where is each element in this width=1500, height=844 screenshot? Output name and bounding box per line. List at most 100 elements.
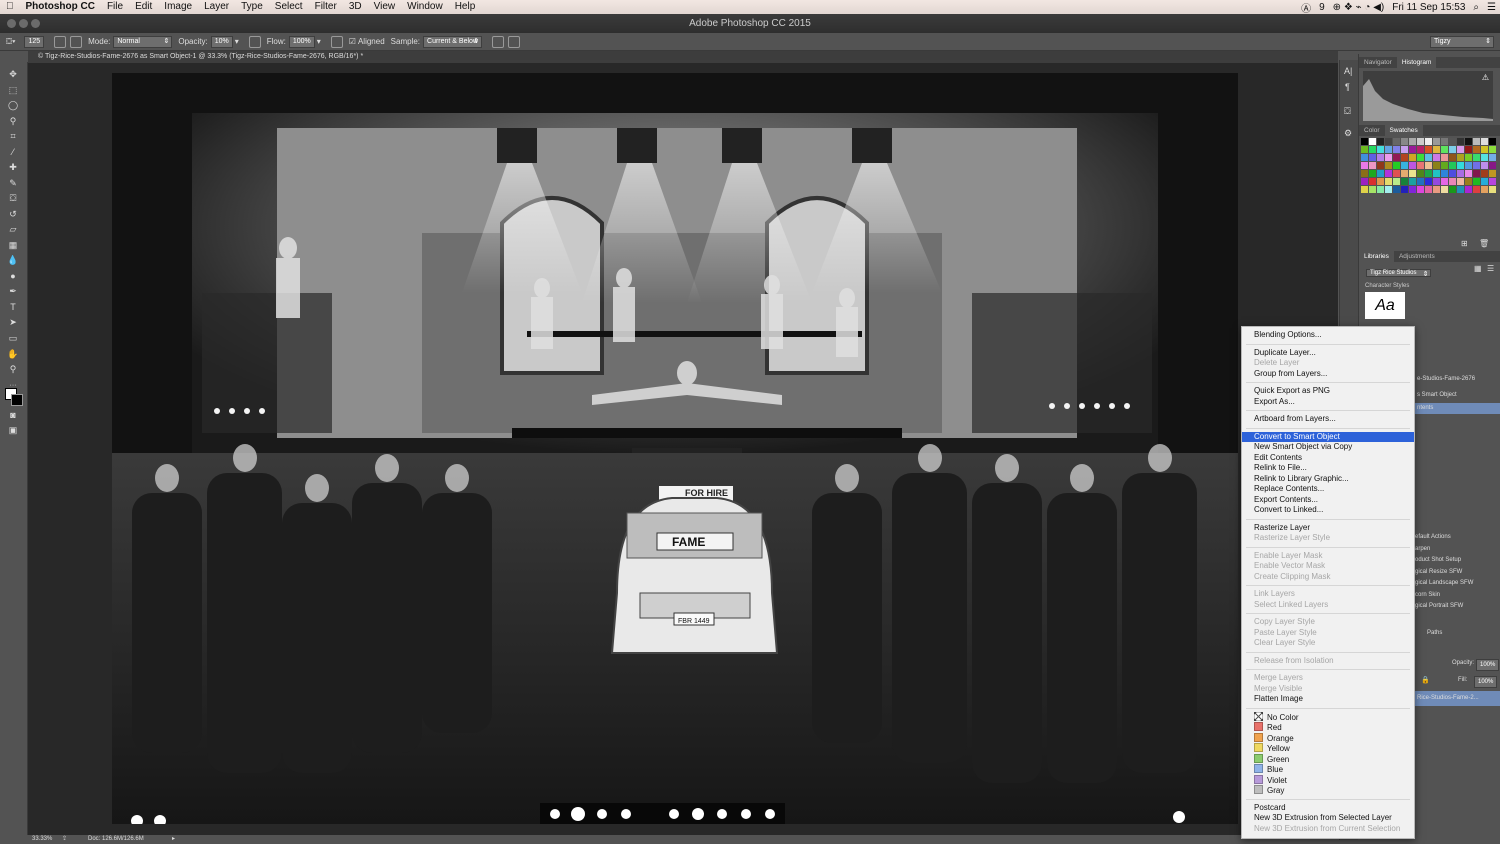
swatch-cell[interactable] [1401, 146, 1408, 153]
brush-size-field[interactable]: 125 [24, 35, 45, 48]
swatch-cell[interactable] [1489, 146, 1496, 153]
swatch-cell[interactable] [1385, 154, 1392, 161]
swatch-cell[interactable] [1481, 170, 1488, 177]
flow-dropdown-icon[interactable]: ▾ [317, 37, 321, 46]
tab-paths[interactable]: Paths [1427, 630, 1442, 636]
swatch-cell[interactable] [1449, 154, 1456, 161]
swatch-cell[interactable] [1409, 162, 1416, 169]
swatch-cell[interactable] [1473, 146, 1480, 153]
context-menu-item[interactable]: Flatten Image [1242, 694, 1414, 705]
swatch-cell[interactable] [1465, 154, 1472, 161]
swatch-cell[interactable] [1441, 146, 1448, 153]
shape-tool-icon[interactable]: ▭ [6, 332, 20, 344]
list-view-icon[interactable]: ☰ [1487, 264, 1494, 273]
flow-field[interactable]: 100% [288, 35, 315, 48]
context-menu-item[interactable]: No Color [1242, 711, 1414, 723]
brush-tool-icon[interactable]: ✎ [6, 177, 20, 189]
swatch-cell[interactable] [1457, 170, 1464, 177]
workspace-select[interactable]: Tigzy [1430, 35, 1494, 48]
swatch-cell[interactable] [1425, 170, 1432, 177]
swatch-cell[interactable] [1449, 138, 1456, 145]
clone-stamp-tool-icon[interactable]: ⛋ [6, 192, 20, 204]
swatch-cell[interactable] [1425, 154, 1432, 161]
swatch-cell[interactable] [1385, 138, 1392, 145]
mode-select[interactable]: Normal [113, 35, 173, 48]
swatch-cell[interactable] [1457, 162, 1464, 169]
sample-select[interactable]: Current & Below [423, 35, 483, 48]
swatch-cell[interactable] [1385, 186, 1392, 193]
clock[interactable]: Fri 11 Sep 15:53 [1388, 2, 1469, 13]
lasso-tool-icon[interactable]: ◯ [6, 99, 20, 111]
swatch-cell[interactable] [1409, 138, 1416, 145]
swatch-cell[interactable] [1361, 170, 1368, 177]
context-menu-item[interactable]: Relink to Library Graphic... [1242, 474, 1414, 485]
swatch-cell[interactable] [1433, 162, 1440, 169]
swatch-cell[interactable] [1417, 146, 1424, 153]
character-panel-icon[interactable]: A| [1344, 66, 1352, 76]
tab-adjustments[interactable]: Adjustments [1394, 251, 1440, 262]
swatch-cell[interactable] [1441, 170, 1448, 177]
menu-app[interactable]: Photoshop CC [20, 0, 101, 14]
action-item[interactable]: gical Portrait SFW [1415, 603, 1499, 615]
swatch-cell[interactable] [1473, 162, 1480, 169]
pen-tool-icon[interactable]: ✒ [6, 285, 20, 297]
swatch-cell[interactable] [1401, 138, 1408, 145]
swatch-cell[interactable] [1465, 186, 1472, 193]
swatch-cell[interactable] [1489, 186, 1496, 193]
menu-layer[interactable]: Layer [198, 0, 235, 14]
airbrush-icon[interactable] [330, 35, 343, 48]
clone-source-icon[interactable]: ⛋ [1344, 106, 1351, 117]
context-menu-item[interactable]: Group from Layers... [1242, 369, 1414, 380]
swatch-cell[interactable] [1369, 146, 1376, 153]
swatch-cell[interactable] [1417, 154, 1424, 161]
swatch-cell[interactable] [1489, 178, 1496, 185]
marquee-tool-icon[interactable]: ⬚ [6, 84, 20, 96]
swatch-cell[interactable] [1417, 186, 1424, 193]
spotlight-icon[interactable]: ⌕ [1469, 2, 1483, 13]
swatch-cell[interactable] [1401, 162, 1408, 169]
status-menu-arrow-icon[interactable]: ▸ [172, 835, 175, 844]
pressure-size-icon[interactable] [508, 35, 521, 48]
action-item[interactable]: gical Resize SFW [1415, 569, 1499, 581]
menu-type[interactable]: Type [235, 0, 269, 14]
ignore-adjustment-layers-icon[interactable] [492, 35, 505, 48]
context-menu-item[interactable]: Edit Contents [1242, 453, 1414, 464]
swatch-cell[interactable] [1425, 186, 1432, 193]
type-tool-icon[interactable]: T [6, 301, 20, 313]
swatch-cell[interactable] [1449, 170, 1456, 177]
lock-icon[interactable]: 🔒 [1421, 676, 1430, 684]
swatch-cell[interactable] [1409, 146, 1416, 153]
swatch-cell[interactable] [1401, 178, 1408, 185]
swatch-cell[interactable] [1393, 138, 1400, 145]
context-menu-item[interactable]: Export As... [1242, 397, 1414, 408]
aligned-checkbox[interactable]: ☑ [349, 37, 356, 46]
opacity-dropdown-icon[interactable]: ▾ [235, 37, 239, 46]
action-item[interactable]: corn Skin [1415, 592, 1499, 604]
swatch-cell[interactable] [1449, 178, 1456, 185]
swatch-cell[interactable] [1409, 154, 1416, 161]
swatch-cell[interactable] [1377, 146, 1384, 153]
swatch-cell[interactable] [1465, 146, 1472, 153]
swatch-cell[interactable] [1441, 178, 1448, 185]
context-menu-item[interactable]: Artboard from Layers... [1242, 414, 1414, 425]
menu-view[interactable]: View [368, 0, 402, 14]
clone-source-panel-icon[interactable] [54, 35, 67, 48]
notification-center-icon[interactable]: ☰ [1483, 2, 1500, 13]
swatch-cell[interactable] [1385, 162, 1392, 169]
crop-tool-icon[interactable]: ⌗ [6, 130, 20, 142]
move-tool-icon[interactable]: ✥ [6, 68, 20, 80]
swatch-cell[interactable] [1481, 154, 1488, 161]
swatch-cell[interactable] [1489, 138, 1496, 145]
background-color-swatch[interactable] [11, 394, 23, 406]
menu-3d[interactable]: 3D [343, 0, 368, 14]
menu-select[interactable]: Select [269, 0, 309, 14]
swatch-cell[interactable] [1465, 178, 1472, 185]
swatch-cell[interactable] [1441, 186, 1448, 193]
context-menu-item[interactable]: Postcard [1242, 803, 1414, 814]
swatch-cell[interactable] [1457, 138, 1464, 145]
swatch-cell[interactable] [1457, 146, 1464, 153]
swatch-cell[interactable] [1377, 154, 1384, 161]
swatch-cell[interactable] [1369, 170, 1376, 177]
swatch-cell[interactable] [1393, 146, 1400, 153]
quick-mask-icon[interactable]: ◙ [6, 409, 20, 421]
